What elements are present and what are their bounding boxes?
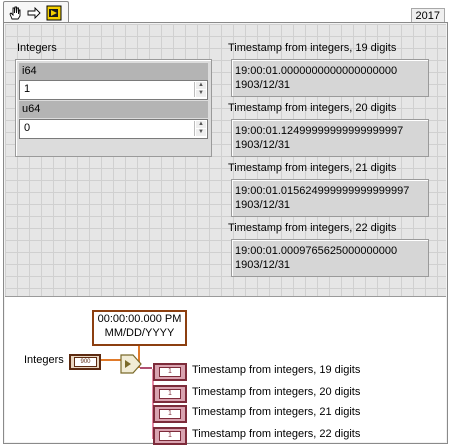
indicator-time: 19:00:01.12499999999999999997: [235, 125, 404, 137]
terminal-label-22: Timestamp from integers, 22 digits: [192, 428, 361, 440]
timestamp-indicator-19: 19:00:01.0000000000000000000 1903/12/31: [231, 59, 429, 97]
cluster-label: Integers: [17, 42, 57, 54]
terminal-label-21: Timestamp from integers, 21 digits: [192, 406, 361, 418]
block-diagram: 00:00:00.000 PM MM/DD/YYYY Integers 900 …: [5, 297, 446, 445]
indicator-time: 19:00:01.0009765625000000000: [235, 245, 398, 257]
indicator-date: 1903/12/31: [235, 259, 291, 271]
constant-line2: MM/DD/YYYY: [104, 327, 175, 339]
terminal-label-19: Timestamp from integers, 19 digits: [192, 364, 361, 376]
constant-line1: 00:00:00.000 PM: [97, 313, 182, 325]
timestamp-terminal-20[interactable]: 1: [153, 385, 187, 403]
timestamp-indicator-22: 19:00:01.0009765625000000000 1903/12/31: [231, 239, 429, 277]
front-panel: Integers i64 1 ▲ ▼ u64 0 ▲ ▼ Timestamp f…: [5, 24, 446, 297]
i64-label: i64: [19, 63, 208, 80]
integers-cluster[interactable]: i64 1 ▲ ▼ u64 0 ▲ ▼: [15, 59, 212, 157]
i64-value[interactable]: 1: [24, 83, 30, 95]
u64-value[interactable]: 0: [24, 122, 30, 134]
hand-icon[interactable]: [7, 5, 23, 21]
indicator-label-21: Timestamp from integers, 21 digits: [228, 162, 397, 174]
increment-icon[interactable]: ▲: [196, 121, 206, 128]
timestamp-terminal-21[interactable]: 1: [153, 405, 187, 423]
terminal-glyph: 1: [159, 409, 181, 419]
decrement-icon[interactable]: ▼: [196, 129, 206, 136]
control-glyph: 900: [74, 357, 97, 367]
integers-control-label: Integers: [24, 354, 64, 366]
timestamp-indicator-21: 19:00:01.015624999999999999997 1903/12/3…: [231, 179, 429, 217]
u64-spinner[interactable]: ▲ ▼: [194, 121, 206, 136]
indicator-time: 19:00:01.0000000000000000000: [235, 65, 398, 77]
timestamp-indicator-20: 19:00:01.12499999999999999997 1903/12/31: [231, 119, 429, 157]
terminal-label-20: Timestamp from integers, 20 digits: [192, 386, 361, 398]
vi-icon[interactable]: [46, 5, 62, 21]
u64-numeric[interactable]: 0 ▲ ▼: [19, 119, 208, 139]
arrow-icon[interactable]: [26, 5, 42, 21]
timestamp-terminal-19[interactable]: 1: [153, 363, 187, 381]
toolbar-tab: [3, 1, 69, 24]
indicator-date: 1903/12/31: [235, 199, 291, 211]
decrement-icon[interactable]: ▼: [196, 90, 206, 97]
indicator-label-20: Timestamp from integers, 20 digits: [228, 102, 397, 114]
indicator-time: 19:00:01.015624999999999999997: [235, 185, 410, 197]
increment-icon[interactable]: ▲: [196, 82, 206, 89]
conversion-node-icon[interactable]: [119, 353, 143, 375]
vi-window: Integers i64 1 ▲ ▼ u64 0 ▲ ▼ Timestamp f…: [3, 22, 448, 445]
u64-label: u64: [19, 101, 208, 118]
indicator-label-22: Timestamp from integers, 22 digits: [228, 222, 397, 234]
indicator-date: 1903/12/31: [235, 139, 291, 151]
terminal-glyph: 1: [159, 367, 181, 377]
terminal-glyph: 1: [159, 389, 181, 399]
integers-control-terminal[interactable]: 900: [69, 354, 101, 370]
i64-numeric[interactable]: 1 ▲ ▼: [19, 80, 208, 100]
timestamp-terminal-22[interactable]: 1: [153, 427, 187, 445]
indicator-label-19: Timestamp from integers, 19 digits: [228, 42, 397, 54]
i64-spinner[interactable]: ▲ ▼: [194, 82, 206, 97]
indicator-date: 1903/12/31: [235, 79, 291, 91]
terminal-glyph: 1: [159, 431, 181, 441]
format-constant[interactable]: 00:00:00.000 PM MM/DD/YYYY: [92, 310, 187, 346]
